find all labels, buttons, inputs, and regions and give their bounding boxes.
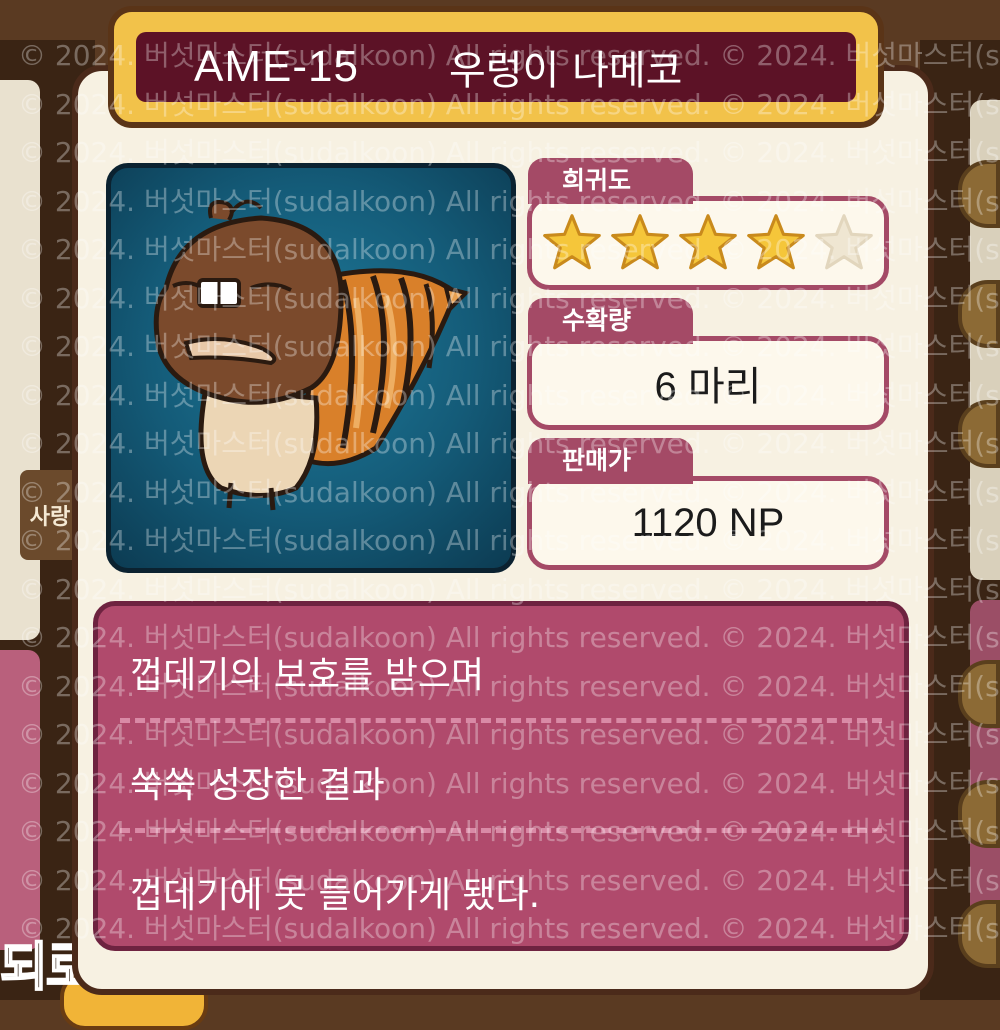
background-right-card-pink (970, 600, 1000, 930)
rarity-box (527, 196, 889, 290)
description-box: 껍데기의 보호를 받으며 쑥쑥 성장한 결과 껍데기에 못 들어가게 됐다. (93, 601, 909, 951)
background-left-card-pink (0, 650, 40, 950)
title-inner: AME-15 우렁이 나메코 (136, 32, 856, 102)
background-coin-icon (958, 900, 1000, 968)
description-divider (120, 718, 882, 723)
background-coin-icon (958, 660, 1000, 728)
mushroom-portrait (106, 163, 516, 573)
background-coin-icon (958, 780, 1000, 848)
card-code: AME-15 (194, 42, 359, 91)
title-bar: AME-15 우렁이 나메코 (108, 6, 884, 128)
price-label: 판매가 (528, 438, 693, 484)
star-filled-icon (747, 214, 805, 270)
card-name: 우렁이 나메코 (448, 48, 683, 94)
background-coin-icon (958, 160, 1000, 228)
price-value: 1120 NP (631, 500, 785, 545)
background-coin-icon (958, 400, 1000, 468)
star-empty-icon (815, 214, 873, 270)
background-left-tag: 사랑 (20, 470, 80, 560)
rarity-stars (532, 201, 884, 285)
rarity-label: 희귀도 (528, 158, 693, 204)
description-line: 껍데기에 못 들어가게 됐다. (130, 875, 541, 916)
harvest-value: 6 마리 (654, 365, 762, 409)
description-divider (120, 828, 882, 833)
description-line: 쑥쑥 성장한 결과 (130, 765, 385, 806)
harvest-label: 수확량 (528, 298, 693, 344)
star-filled-icon (611, 214, 669, 270)
background-coin-icon (958, 280, 1000, 348)
star-filled-icon (543, 214, 601, 270)
star-filled-icon (679, 214, 737, 270)
price-box: 1120 NP (527, 476, 889, 570)
snail-shell-namekoo-icon (153, 199, 470, 511)
harvest-box: 6 마리 (527, 336, 889, 430)
description-line: 껍데기의 보호를 받으며 (130, 655, 485, 696)
